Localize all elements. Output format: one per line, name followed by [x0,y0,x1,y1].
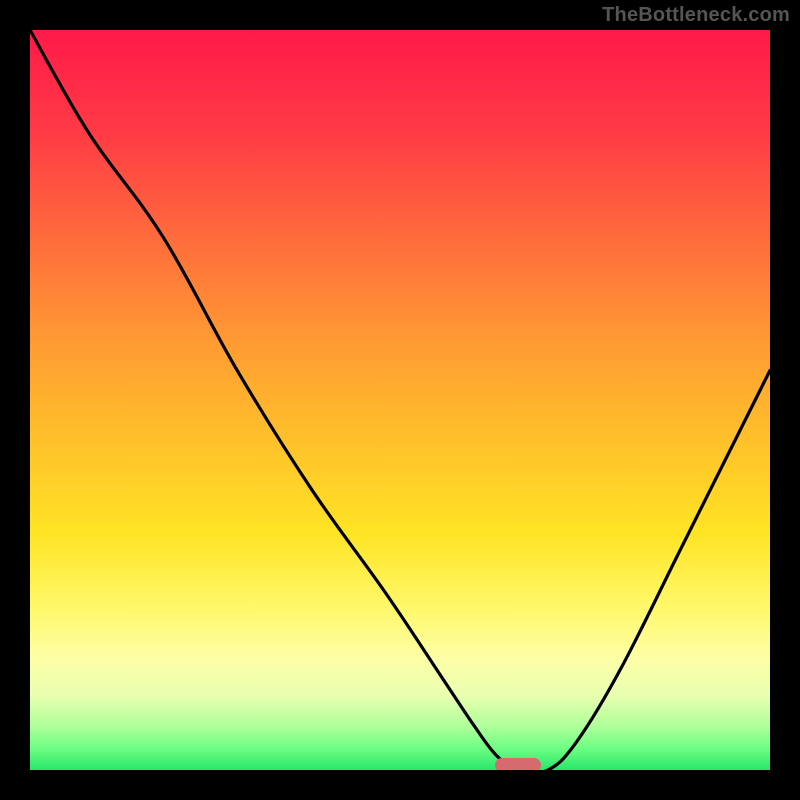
optimal-marker-pill [495,758,541,770]
chart-frame: TheBottleneck.com [0,0,800,800]
plot-area [30,30,770,770]
bottleneck-curve [30,30,770,770]
watermark-text: TheBottleneck.com [602,4,790,27]
